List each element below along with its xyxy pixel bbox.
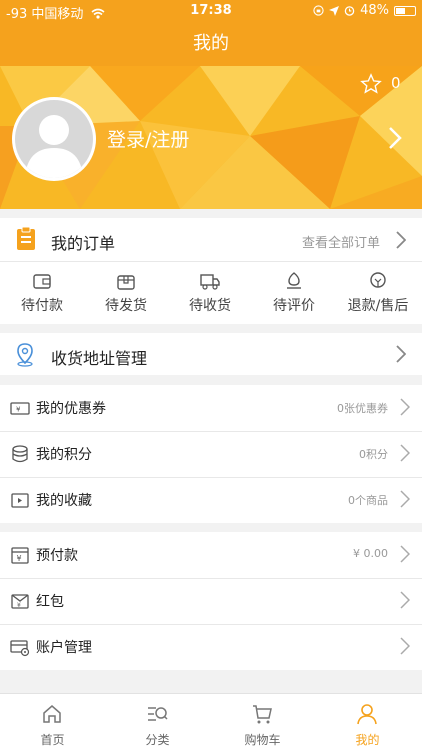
favorites-row[interactable]: 我的收藏 0个商品: [0, 477, 422, 523]
address-label: 收货地址管理: [51, 349, 148, 368]
chevron-right-icon: [400, 444, 410, 462]
red-packet-row[interactable]: ¥ 红包: [0, 578, 422, 624]
order-status-label: 待发货: [105, 298, 147, 314]
cart-icon: [253, 705, 272, 724]
category-icon: [148, 707, 168, 721]
wallet-icon: [33, 274, 51, 289]
coupon-value: 0张优惠券: [337, 402, 388, 415]
status-right: 48%: [313, 3, 416, 18]
svg-text:¥: ¥: [16, 406, 21, 414]
red-packet-icon: ¥: [11, 594, 29, 609]
battery-percent: 48%: [360, 3, 389, 18]
location-arrow-icon: [329, 5, 340, 16]
favorites-value: 0个商品: [348, 494, 388, 507]
account-icon: [10, 640, 30, 657]
battery-icon: [394, 5, 416, 16]
chevron-right-icon: [400, 545, 410, 563]
tab-label: 购物车: [244, 733, 281, 747]
order-status-pending-payment[interactable]: 待付款: [0, 262, 84, 324]
prepaid-label: 预付款: [36, 548, 78, 564]
svg-text:¥: ¥: [17, 554, 22, 563]
coupon-icon: ¥: [10, 402, 30, 415]
favorites-star-icon[interactable]: [360, 73, 382, 95]
order-status-label: 待收货: [189, 298, 231, 314]
order-status-pending-review[interactable]: 待评价: [252, 262, 336, 324]
tab-cart[interactable]: 购物车: [210, 694, 315, 750]
status-bar: -93 中国移动 17:38 48%: [0, 0, 422, 22]
order-status-label: 待评价: [273, 298, 315, 314]
order-status-label: 待付款: [21, 298, 63, 314]
lock-rotation-icon: [313, 5, 324, 16]
clipboard-icon: [17, 226, 35, 250]
package-icon: [117, 275, 135, 290]
location-pin-icon: [17, 343, 33, 367]
order-status-label: 退款/售后: [347, 298, 409, 314]
chevron-right-icon[interactable]: [388, 126, 402, 150]
points-icon: [12, 445, 28, 463]
chevron-right-icon: [400, 398, 410, 416]
svg-text:¥: ¥: [17, 602, 21, 609]
account-label: 账户管理: [36, 640, 92, 656]
home-icon: [43, 705, 61, 723]
tab-bar: 首页 分类 购物车 我的: [0, 693, 422, 750]
tab-label: 首页: [40, 733, 65, 747]
favorites-label: 我的收藏: [36, 493, 92, 509]
avatar[interactable]: [12, 97, 96, 181]
chevron-right-icon[interactable]: [396, 231, 406, 249]
tab-me[interactable]: 我的: [315, 694, 420, 750]
favorites-icon: [11, 493, 29, 508]
refund-icon: [370, 272, 386, 288]
default-user-icon: [25, 115, 83, 178]
tab-label: 分类: [145, 733, 170, 747]
points-value: 0积分: [359, 448, 388, 461]
order-status-refund[interactable]: 退款/售后: [336, 262, 420, 324]
chevron-right-icon[interactable]: [396, 345, 406, 363]
prepaid-row[interactable]: ¥ 预付款 ¥ 0.00: [0, 532, 422, 578]
page-title: 我的: [0, 22, 422, 66]
coupon-label: 我的优惠券: [36, 401, 106, 417]
view-all-orders-link[interactable]: 查看全部订单: [302, 232, 380, 251]
user-icon: [357, 704, 377, 725]
orders-title: 我的订单: [51, 234, 116, 253]
prepaid-value: ¥ 0.00: [353, 547, 388, 560]
truck-icon: [200, 274, 220, 290]
chevron-right-icon: [400, 490, 410, 508]
login-register-link[interactable]: 登录/注册: [107, 125, 189, 152]
points-label: 我的积分: [36, 447, 92, 463]
account-row[interactable]: 账户管理: [0, 624, 422, 670]
coupon-row[interactable]: ¥ 我的优惠券 0张优惠券: [0, 385, 422, 431]
tab-home[interactable]: 首页: [0, 694, 105, 750]
tab-category[interactable]: 分类: [105, 694, 210, 750]
chevron-right-icon: [400, 637, 410, 655]
order-status-bar: 待付款 待发货 待收货 待评价 退款/售后: [0, 262, 422, 324]
review-icon: [287, 272, 301, 289]
order-status-pending-receipt[interactable]: 待收货: [168, 262, 252, 324]
red-packet-label: 红包: [36, 594, 64, 610]
order-status-pending-shipment[interactable]: 待发货: [84, 262, 168, 324]
tab-label: 我的: [355, 733, 380, 747]
chevron-right-icon: [400, 591, 410, 609]
alarm-icon: [344, 6, 355, 16]
prepaid-icon: ¥: [11, 547, 29, 564]
points-row[interactable]: 我的积分 0积分: [0, 431, 422, 477]
favorites-count: 0: [391, 74, 401, 92]
